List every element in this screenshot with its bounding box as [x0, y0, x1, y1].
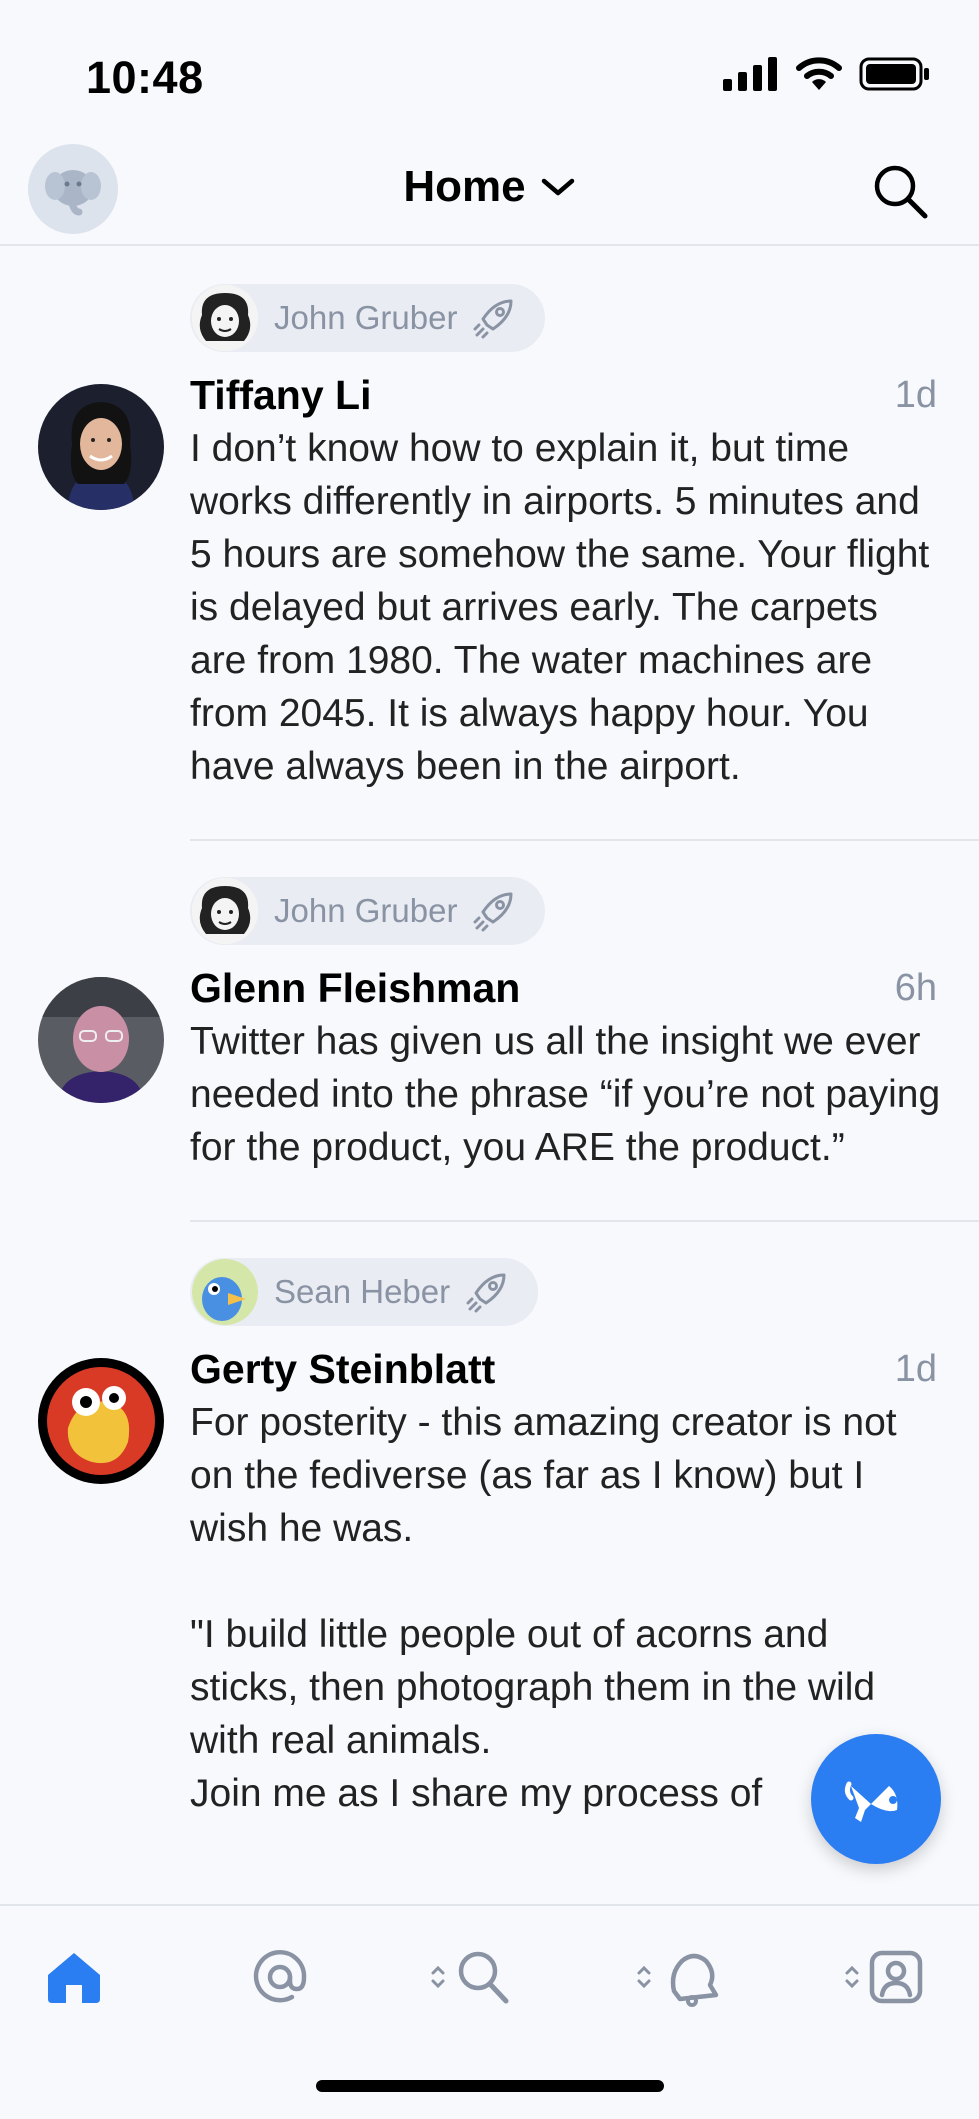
author-name[interactable]: Tiffany Li [190, 370, 979, 420]
tab-home[interactable] [44, 1942, 104, 2012]
profile-icon [869, 1950, 923, 2004]
wifi-icon [796, 57, 842, 90]
megaphone-icon [844, 1781, 898, 1822]
chevron-updown-icon [431, 1965, 445, 1989]
author-avatar[interactable] [38, 977, 164, 1103]
tab-notifications[interactable] [636, 1942, 720, 2012]
booster-name: John Gruber [274, 299, 458, 336]
mentions-icon [253, 1950, 307, 2003]
home-indicator[interactable] [316, 2080, 664, 2092]
boost-rocket-icon [473, 299, 513, 339]
boost-rocket-icon [466, 1273, 506, 1313]
post-time: 1d [894, 374, 937, 416]
post-body: Tiffany Li 1d I don’t know how to explai… [0, 370, 979, 793]
booster-name: John Gruber [274, 892, 458, 929]
boosted-by-chip[interactable]: John Gruber [190, 284, 546, 352]
notifications-bell-icon [670, 1953, 719, 2007]
chevron-updown-icon [845, 1965, 859, 1989]
cellular-signal-icon [723, 57, 777, 91]
boosted-by-chip[interactable]: John Gruber [190, 877, 546, 945]
post-body: Gerty Steinblatt 1d For posterity - this… [0, 1344, 979, 1820]
tab-explore[interactable] [430, 1942, 510, 2012]
post-content: Twitter has given us all the insight we … [190, 1020, 952, 1169]
compose-button[interactable] [811, 1734, 941, 1864]
nav-bar: Home [0, 140, 979, 246]
boosted-by-chip[interactable]: Sean Heber [190, 1258, 539, 1326]
booster-avatar [192, 285, 258, 351]
post-body: Glenn Fleishman 6h Twitter has given us … [0, 963, 979, 1174]
status-time: 10:48 [86, 52, 204, 103]
author-avatar[interactable] [38, 384, 164, 510]
status-post[interactable]: John Gruber Tiffany Li 1d I don’t know h… [0, 248, 979, 841]
post-time: 1d [894, 1348, 937, 1390]
post-time: 6h [894, 967, 937, 1009]
status-post[interactable]: Sean Heber Gerty Steinblatt 1d For poste… [0, 1222, 979, 1820]
page-title: Home [403, 162, 526, 211]
battery-icon [859, 57, 929, 91]
chevron-updown-icon [637, 1965, 651, 1989]
author-name[interactable]: Glenn Fleishman [190, 963, 979, 1013]
timeline-feed[interactable]: John Gruber Tiffany Li 1d I don’t know h… [0, 248, 979, 1904]
chevron-down-icon [541, 178, 574, 196]
status-icons [723, 56, 931, 92]
search-icon [458, 1951, 509, 2004]
author-name[interactable]: Gerty Steinblatt [190, 1344, 979, 1394]
booster-avatar [192, 878, 258, 944]
status-bar: 10:48 [0, 0, 979, 140]
tab-mentions[interactable] [252, 1942, 308, 2012]
search-icon[interactable] [869, 160, 931, 222]
booster-avatar [192, 1259, 258, 1325]
tab-profile[interactable] [844, 1942, 924, 2012]
timeline-selector[interactable]: Home [0, 162, 979, 212]
boost-rocket-icon [473, 892, 513, 932]
author-avatar[interactable] [38, 1358, 164, 1484]
home-icon [48, 1953, 100, 2003]
booster-name: Sean Heber [274, 1273, 451, 1310]
post-content: I don’t know how to explain it, but time… [190, 427, 941, 788]
status-post[interactable]: John Gruber Glenn Fleishman 6h Twitter h… [0, 841, 979, 1222]
